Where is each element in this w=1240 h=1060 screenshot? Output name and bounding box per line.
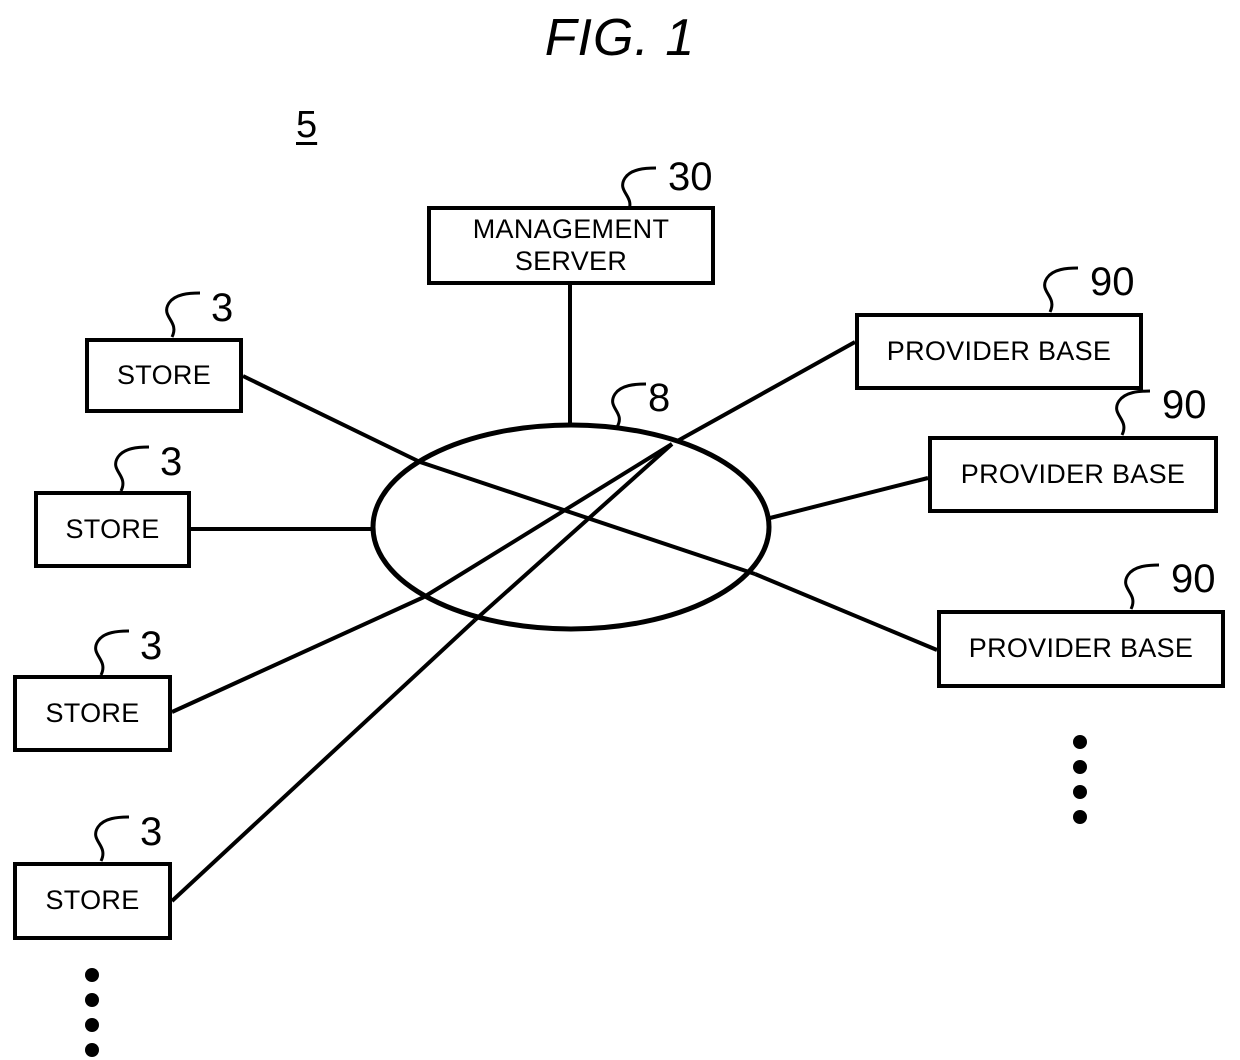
link-provider-base-2-to-network — [765, 476, 929, 521]
node-provider-base-1[interactable]: PROVIDER BASE — [855, 313, 1143, 390]
node-management-server-label: MANAGEMENT SERVER — [472, 213, 670, 276]
leader-line-provider-base-1 — [1043, 266, 1079, 313]
ref-numeral-store-3: 3 — [140, 624, 163, 668]
patent-figure: FIG. 1 5 MANAGEMENT SERVER 30 8 STORE 3 … — [0, 0, 1240, 1060]
node-store-1-label: STORE — [116, 359, 212, 390]
ref-numeral-store-4: 3 — [140, 810, 163, 854]
provider-base-continuation-dots — [1073, 735, 1087, 824]
leader-line-store-2 — [114, 445, 150, 492]
ref-numeral-management-server: 30 — [668, 155, 713, 199]
node-management-server[interactable]: MANAGEMENT SERVER — [427, 206, 715, 285]
leader-line-store-3 — [94, 629, 130, 676]
dot — [85, 993, 99, 1007]
node-store-3[interactable]: STORE — [13, 675, 172, 752]
leader-line-network — [611, 382, 647, 428]
leader-line-provider-base-2 — [1115, 389, 1151, 436]
node-store-2[interactable]: STORE — [34, 491, 191, 568]
link-store-3-to-network — [171, 595, 425, 714]
link-store-1-to-network — [242, 374, 421, 464]
node-store-4-label: STORE — [45, 885, 140, 916]
figure-title: FIG. 1 — [544, 9, 696, 67]
network-ellipse — [370, 422, 772, 632]
node-provider-base-2[interactable]: PROVIDER BASE — [928, 436, 1218, 513]
node-provider-base-1-label: PROVIDER BASE — [886, 335, 1112, 366]
link-provider-base-3-to-network — [754, 572, 938, 652]
dot — [1073, 785, 1087, 799]
ref-numeral-store-2: 3 — [160, 440, 183, 484]
store-continuation-dots — [85, 968, 99, 1057]
dot — [85, 1043, 99, 1057]
ref-numeral-provider-base-1: 90 — [1090, 260, 1135, 304]
leader-line-provider-base-3 — [1124, 563, 1160, 610]
dot — [85, 1018, 99, 1032]
dot — [85, 968, 99, 982]
link-store-4-to-network — [170, 618, 477, 903]
ref-numeral-store-1: 3 — [211, 286, 234, 330]
system-reference-numeral: 5 — [296, 104, 318, 146]
node-store-3-label: STORE — [45, 697, 140, 728]
link-provider-base-1-to-network — [671, 340, 856, 446]
leader-line-store-1 — [165, 291, 201, 338]
leader-line-store-4 — [94, 815, 130, 862]
ref-numeral-provider-base-2: 90 — [1162, 383, 1207, 427]
node-store-1[interactable]: STORE — [85, 338, 243, 413]
node-store-4[interactable]: STORE — [13, 862, 172, 940]
dot — [1073, 760, 1087, 774]
node-provider-base-3[interactable]: PROVIDER BASE — [937, 610, 1225, 688]
ref-numeral-network: 8 — [648, 376, 671, 420]
ref-numeral-provider-base-3: 90 — [1171, 557, 1216, 601]
dot — [1073, 810, 1087, 824]
node-provider-base-3-label: PROVIDER BASE — [968, 633, 1194, 664]
node-store-2-label: STORE — [65, 513, 160, 544]
node-provider-base-2-label: PROVIDER BASE — [960, 458, 1186, 489]
dot — [1073, 735, 1087, 749]
